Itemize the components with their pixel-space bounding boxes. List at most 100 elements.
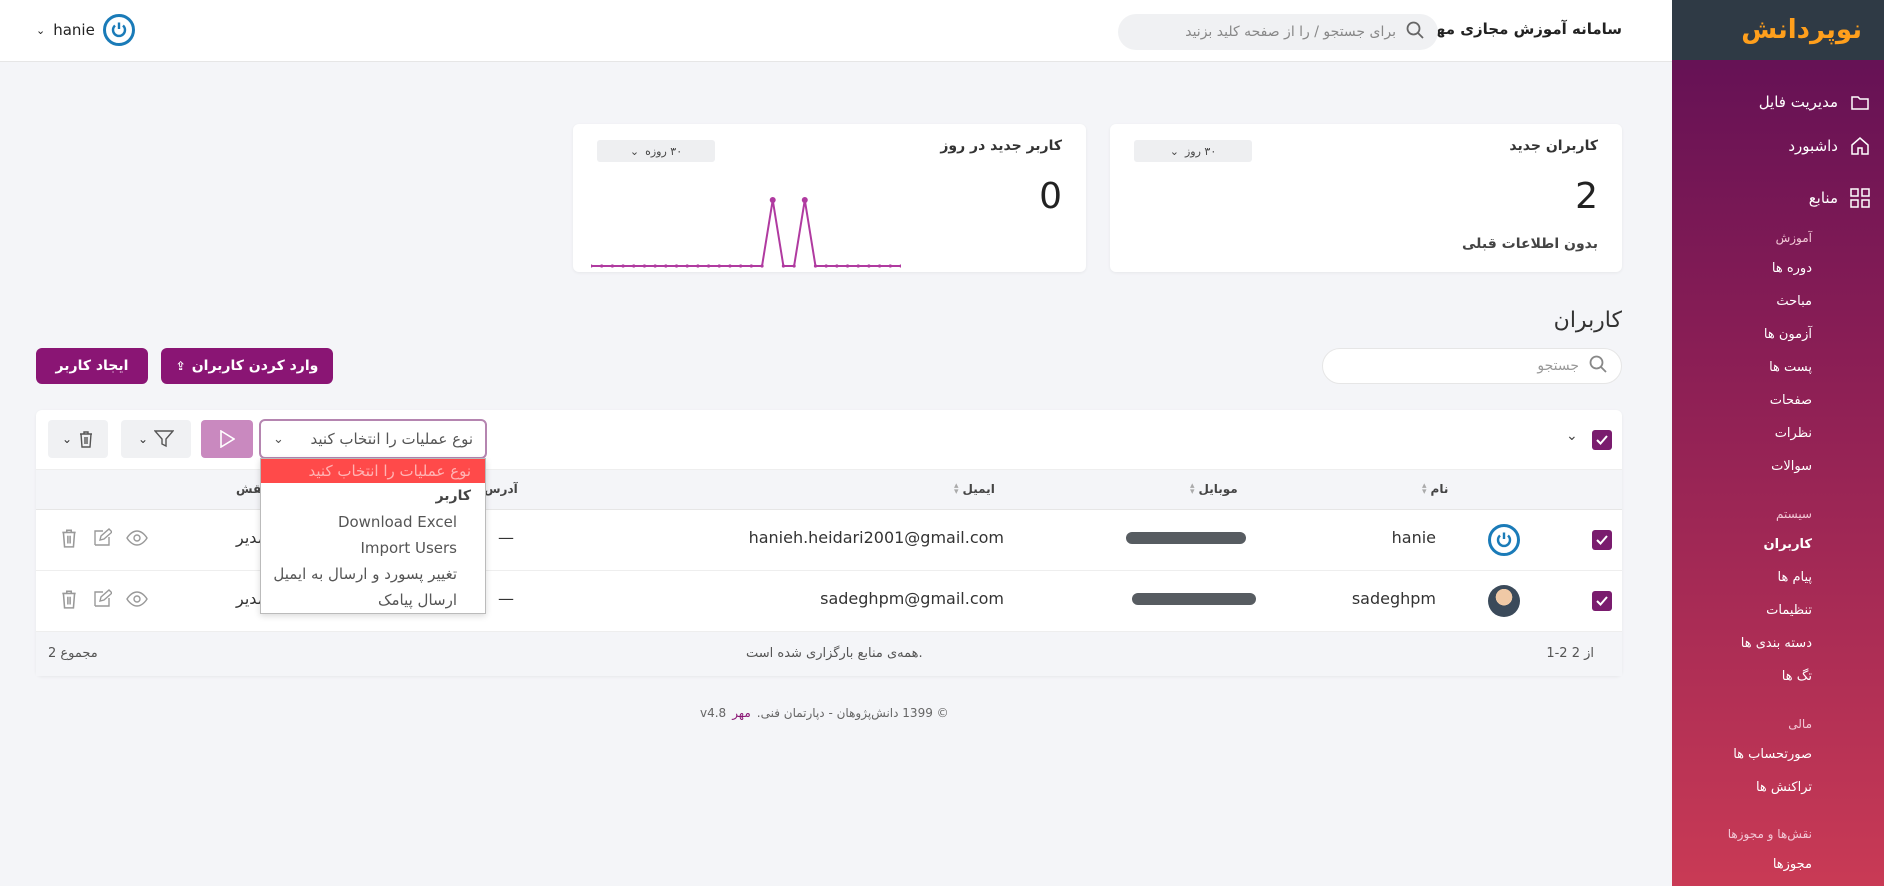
cell-address: —: [498, 528, 514, 547]
card-subtitle: بدون اطلاعات قبلی: [1461, 236, 1598, 252]
data-point: [899, 264, 901, 268]
total-count: مجموع 2: [48, 646, 98, 661]
sidebar-item-dashboard[interactable]: داشبورد: [1788, 136, 1884, 156]
user-menu[interactable]: ⌄ hanie: [36, 14, 135, 46]
column-header-address[interactable]: آدرس: [484, 482, 518, 496]
avatar: [1488, 585, 1520, 617]
sidebar-item-invoices[interactable]: صورتحساب ها: [1733, 747, 1812, 762]
edit-icon[interactable]: [92, 528, 112, 548]
run-action-button[interactable]: [201, 420, 253, 458]
row-actions: [60, 528, 148, 548]
power-icon: [111, 22, 126, 38]
sidebar-item-label: داشبورد: [1788, 137, 1838, 155]
chevron-down-icon: ⌄: [273, 431, 284, 447]
sidebar-item-permissions[interactable]: مجوزها: [1773, 857, 1812, 872]
sidebar-heading-finance: مالی: [1788, 717, 1812, 731]
sidebar-item-questions[interactable]: سوالات: [1771, 459, 1812, 474]
dropdown-option-send-sms[interactable]: ارسال پیامک: [261, 587, 485, 613]
eye-icon[interactable]: [126, 589, 148, 609]
new-users-count: 2: [1575, 176, 1598, 217]
sidebar-heading-education: آموزش: [1775, 231, 1812, 245]
sidebar-item-topics[interactable]: مباحث: [1776, 294, 1812, 309]
sidebar-item-settings[interactable]: تنظیمات: [1766, 603, 1812, 618]
data-point: [717, 264, 721, 268]
search-icon: [1406, 21, 1424, 43]
create-user-button[interactable]: ایجاد کاربر: [36, 348, 148, 384]
redacted-mobile: [1132, 593, 1256, 605]
dropdown-option-download-excel[interactable]: Download Excel: [261, 509, 485, 535]
upload-icon: ⇪: [175, 359, 186, 373]
trash-icon[interactable]: [60, 589, 78, 609]
data-point: [867, 264, 871, 268]
sidebar-item-file-manager[interactable]: مدیریت فایل: [1759, 92, 1884, 112]
table-footer: 1-2 از 2 همه‌ی منابع بارگزاری شده است. م…: [36, 632, 1622, 676]
username: hanie: [53, 21, 95, 39]
column-header-email[interactable]: ▴ ▾ ایمیل: [954, 481, 995, 497]
cell-address: —: [498, 589, 514, 608]
sidebar-item-exams[interactable]: آزمون ها: [1764, 327, 1812, 342]
sidebar-item-transactions[interactable]: تراکنش ها: [1756, 780, 1812, 795]
filter-icon: [154, 430, 175, 448]
series-line: [591, 199, 901, 267]
filter-button[interactable]: ⌄: [121, 420, 191, 458]
data-point: [674, 264, 679, 268]
logo[interactable]: نوپردانش: [1672, 0, 1884, 60]
cell-email: sadeghpm@gmail.com: [820, 589, 1004, 608]
data-point: [739, 264, 743, 268]
data-point: [845, 264, 850, 268]
trash-icon[interactable]: [60, 528, 78, 548]
sidebar-item-categories[interactable]: دسته بندی ها: [1741, 636, 1812, 651]
sidebar-item-users[interactable]: کاربران: [1764, 537, 1812, 552]
daily-users-count: 0: [1039, 176, 1062, 217]
chevron-down-icon[interactable]: ⌄: [1566, 428, 1578, 444]
eye-icon[interactable]: [126, 528, 148, 548]
folder-icon: [1850, 92, 1870, 112]
dropdown-placeholder[interactable]: نوع عملیات را انتخاب کنید: [261, 459, 485, 483]
grid-icon: [1850, 188, 1870, 208]
data-point: [653, 264, 657, 268]
footer-brand[interactable]: مهر: [732, 706, 751, 720]
avatar: [1488, 524, 1520, 556]
home-icon: [1850, 136, 1870, 156]
edit-icon[interactable]: [92, 589, 112, 609]
import-users-button[interactable]: ⇪ وارد کردن کاربران: [161, 348, 333, 384]
data-point: [591, 264, 593, 268]
data-point: [760, 264, 764, 268]
row-checkbox[interactable]: [1592, 591, 1612, 611]
select-all-checkbox[interactable]: [1592, 430, 1612, 450]
global-search-input[interactable]: برای جستجو / را از صفحه کلید بزنید: [1118, 14, 1438, 50]
sidebar-item-label: منابع: [1808, 189, 1838, 207]
sidebar-item-pages[interactable]: صفحات: [1770, 393, 1812, 408]
dropdown-option-import-users[interactable]: Import Users: [261, 535, 485, 561]
bulk-delete-button[interactable]: ⌄: [48, 420, 108, 458]
cell-email: hanieh.heidari2001@gmail.com: [748, 528, 1004, 547]
row-checkbox[interactable]: [1592, 530, 1612, 550]
operation-select[interactable]: نوع عملیات را انتخاب کنید ⌄: [259, 419, 487, 459]
footer-version: v4.8: [700, 706, 727, 720]
sidebar-item-resources[interactable]: منابع: [1809, 188, 1884, 208]
chevron-down-icon: ⌄: [1169, 144, 1179, 158]
period-select[interactable]: ۳۰ روز ⌄: [1134, 140, 1252, 162]
sidebar-item-label: مدیریت فایل: [1758, 93, 1838, 111]
period-select[interactable]: ۳۰ روزه ⌄: [597, 140, 715, 162]
sidebar-item-tags[interactable]: تگ ها: [1782, 669, 1812, 684]
card-title: کاربران جدید: [1509, 138, 1598, 154]
sidebar-item-courses[interactable]: دوره ها: [1772, 261, 1812, 276]
dropdown-option-reset-password[interactable]: تغییر پسورد و ارسال به ایمیل: [261, 561, 485, 587]
sidebar-item-posts[interactable]: پست ها: [1769, 360, 1812, 375]
dropdown-group-user: کاربر: [435, 488, 471, 504]
data-point: [781, 264, 786, 268]
card-title: کاربر جدید در روز: [940, 138, 1062, 154]
sidebar-item-comments[interactable]: نظرات: [1775, 426, 1812, 441]
column-header-name[interactable]: ▴ ▾ نام: [1422, 482, 1448, 497]
data-point: [706, 264, 711, 268]
column-header-mobile[interactable]: ▴ ▾ موبایل: [1190, 482, 1238, 497]
sidebar-item-messages[interactable]: پیام ها: [1778, 570, 1813, 585]
data-point: [610, 264, 614, 268]
data-point: [749, 264, 753, 268]
data-point: [792, 264, 796, 268]
users-search-input[interactable]: جستجو: [1322, 348, 1622, 384]
sort-icon: ▴ ▾: [954, 481, 959, 497]
loaded-status: همه‌ی منابع بارگزاری شده است.: [746, 646, 923, 661]
data-point: [801, 197, 808, 203]
